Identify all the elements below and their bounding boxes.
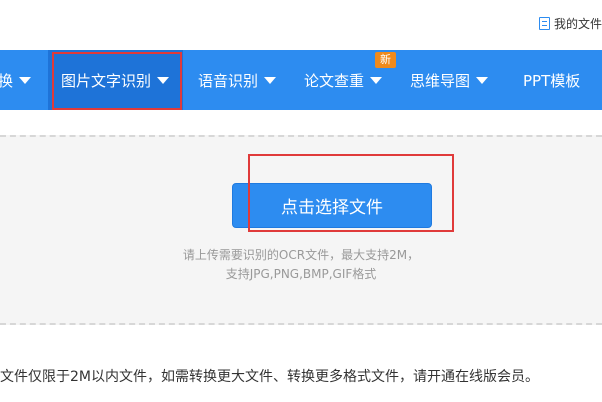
nav-item-label: 论文查重 <box>304 71 365 90</box>
main-nav: 换 图片文字识别 语音识别 论文查重 思维导图 PPT模板 <box>0 50 602 110</box>
chevron-down-icon <box>476 76 489 84</box>
chevron-down-icon <box>19 76 32 84</box>
chevron-down-icon <box>157 76 170 84</box>
my-files-link[interactable]: 我的文件 <box>538 15 602 32</box>
my-files-label: 我的文件 <box>553 17 602 31</box>
dashed-border-bottom <box>0 323 602 325</box>
chevron-down-icon <box>370 76 383 84</box>
upload-drop-zone[interactable] <box>0 135 602 325</box>
dashed-border-top <box>0 135 602 137</box>
nav-item-label: 换 <box>0 71 14 90</box>
upload-hint-line-1: 请上传需要识别的OCR文件，最大支持2M， <box>182 248 420 262</box>
nav-item-ppt-templates[interactable]: PPT模板 <box>523 50 580 110</box>
chevron-down-icon <box>264 76 277 84</box>
nav-item-image-ocr[interactable]: 图片文字识别 <box>48 50 183 110</box>
upload-hint-line-2: 支持JPG,PNG,BMP,GIF格式 <box>225 267 377 281</box>
file-size-notice: 文件仅限于2M以内文件，如需转换更大文件、转换更多格式文件，请开通在线版会员。 <box>0 369 539 385</box>
nav-item-mind-map[interactable]: 思维导图 <box>410 50 489 110</box>
nav-item-paper-check[interactable]: 论文查重 <box>304 50 383 110</box>
nav-item-speech-recognition[interactable]: 语音识别 <box>198 50 277 110</box>
nav-item-label: 语音识别 <box>198 71 259 90</box>
new-badge: 新 <box>375 52 396 68</box>
document-icon <box>538 17 550 30</box>
choose-file-button[interactable]: 点击选择文件 <box>232 183 432 228</box>
top-bar: 我的文件 <box>0 0 602 50</box>
nav-item-label: PPT模板 <box>523 71 581 90</box>
nav-item-label: 图片文字识别 <box>61 71 152 90</box>
nav-item-label: 思维导图 <box>410 71 471 90</box>
nav-item-convert[interactable]: 换 <box>0 50 32 110</box>
